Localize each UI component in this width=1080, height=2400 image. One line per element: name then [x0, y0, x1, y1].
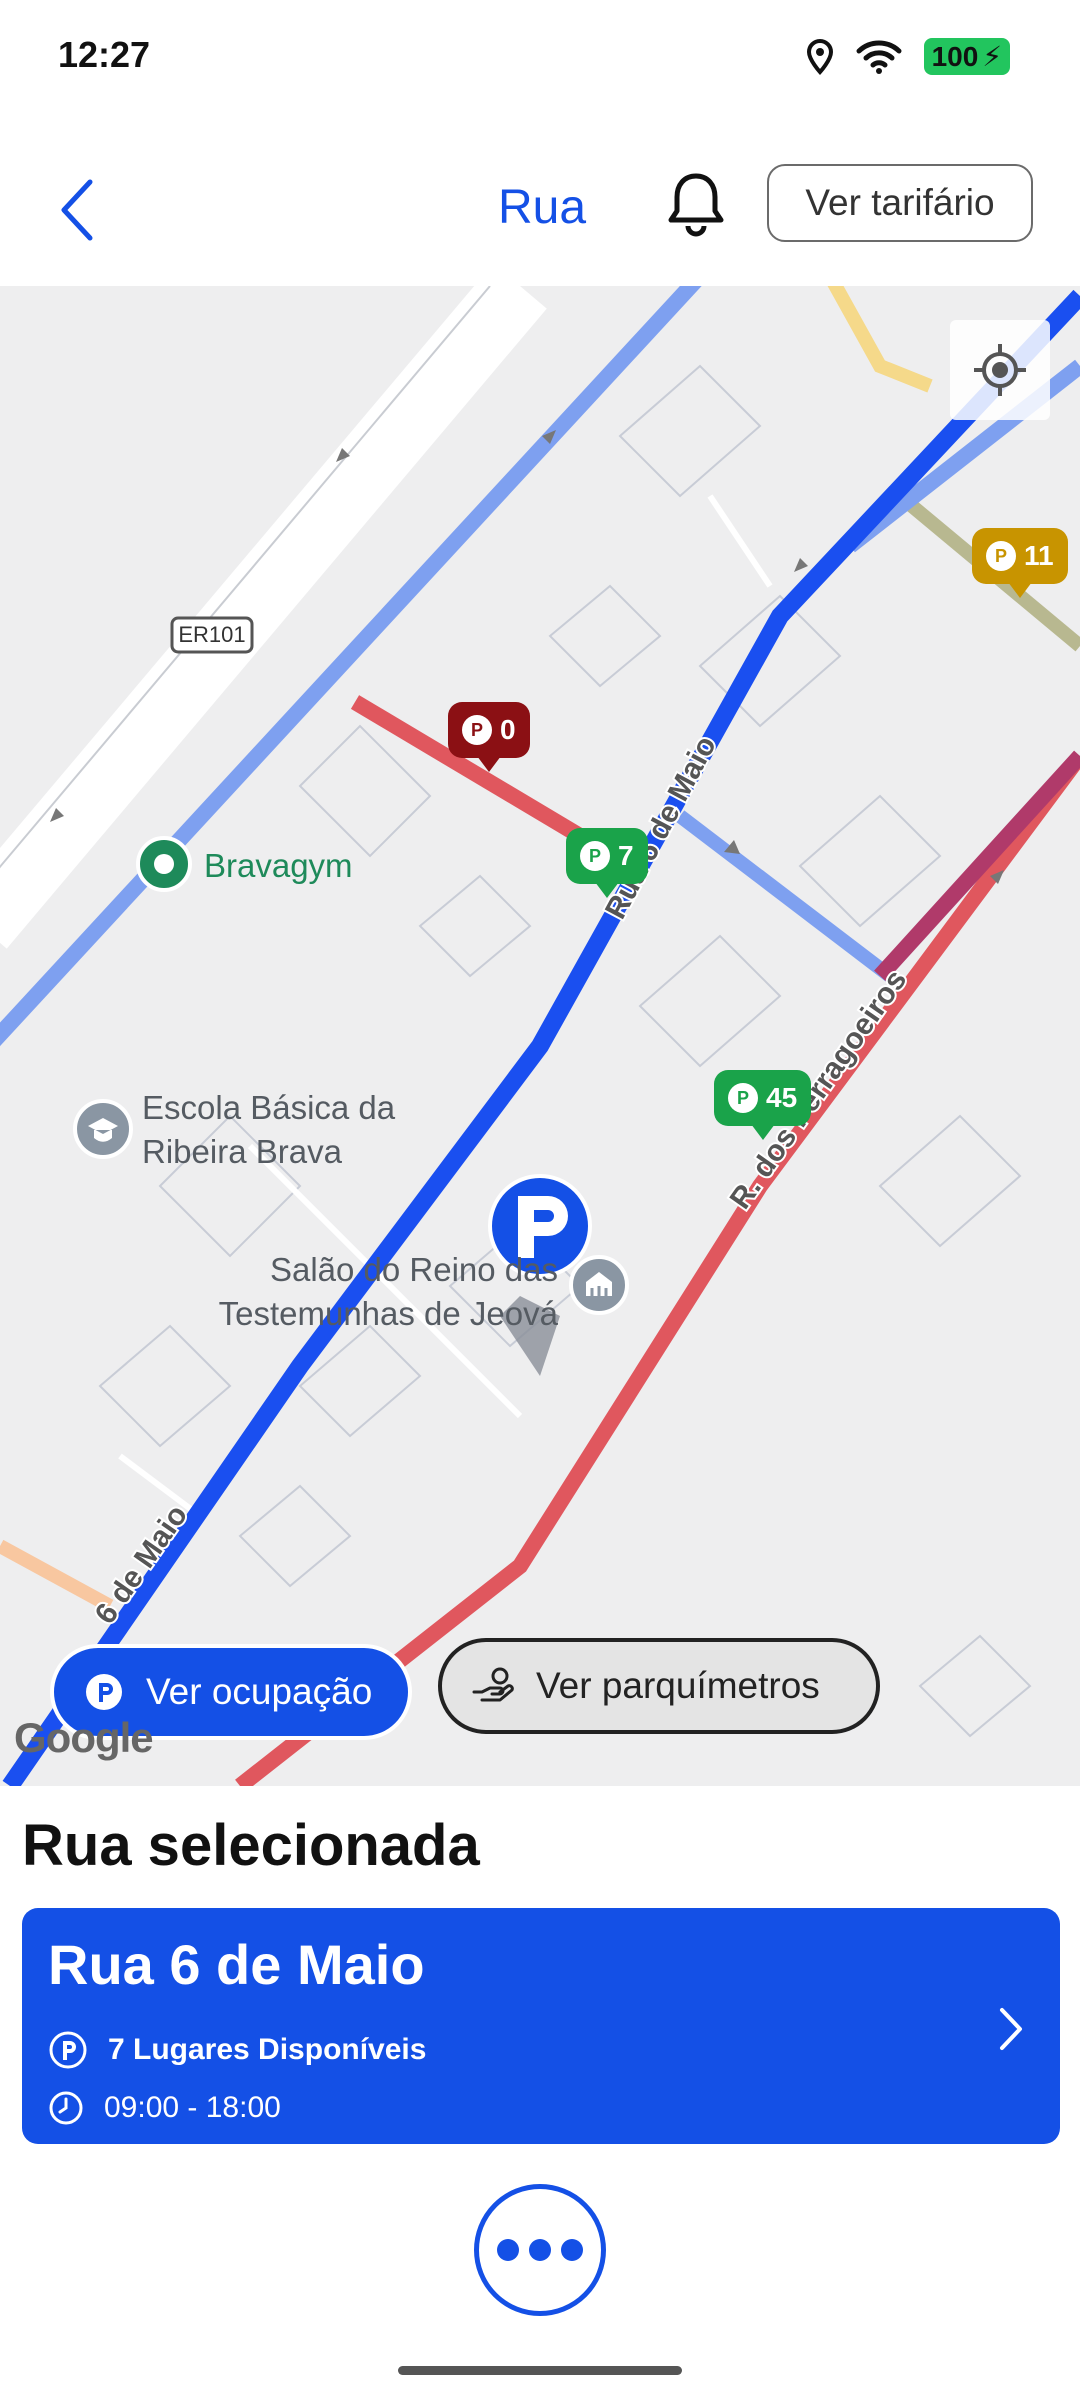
selected-street-card[interactable]: Rua 6 de Maio 7 Lugares Disponíveis 09:0… [22, 1908, 1060, 2144]
dot [561, 2239, 583, 2261]
parking-circle-icon [49, 2031, 87, 2069]
view-meters-button[interactable]: Ver parquímetros [438, 1638, 880, 1734]
bell-icon [668, 173, 724, 237]
road-shield: ER101 [170, 616, 254, 654]
parking-icon [86, 1674, 122, 1710]
parking-marker[interactable]: P 11 [972, 528, 1068, 598]
parking-marker[interactable]: P 7 [566, 828, 648, 898]
section-title: Rua selecionada [22, 1813, 480, 1878]
home-indicator[interactable] [398, 2366, 682, 2375]
school-label: Escola Básica da Ribeira Brava [142, 1086, 395, 1174]
status-bar: 12:27 100 ⚡ [0, 0, 1080, 110]
status-time: 12:27 [58, 34, 151, 75]
battery-indicator: 100 ⚡ [923, 38, 1010, 75]
back-chevron-icon [61, 179, 93, 241]
dot [529, 2239, 551, 2261]
marker-count: 11 [1024, 540, 1054, 571]
marker-count: 7 [618, 840, 634, 871]
hours-text: 09:00 - 18:00 [104, 2091, 281, 2124]
school-label-line1: Escola Básica da [142, 1089, 396, 1126]
status-icons: 100 ⚡ [806, 38, 1010, 75]
hall-label-line2: Testemunhas de Jeová [218, 1295, 558, 1332]
clock-icon [49, 2091, 83, 2125]
wifi-icon [856, 40, 902, 74]
hall-label-line1: Salão do Reino das [269, 1251, 558, 1288]
gym-label: Bravagym [204, 847, 353, 884]
available-spots-row: 7 Lugares Disponíveis [48, 2030, 426, 2070]
charging-icon: ⚡ [982, 41, 1002, 72]
school-poi-icon[interactable] [70, 1096, 136, 1162]
map-view[interactable]: ER101 Rua 6 de Maio 6 de Maio R. dos Fer… [0, 286, 1080, 1786]
marker-count: 0 [500, 714, 516, 745]
highway-road [0, 286, 547, 949]
location-icon [806, 38, 833, 75]
notifications-button[interactable] [662, 168, 730, 240]
battery-level: 100 [931, 40, 979, 72]
svg-text:ER101: ER101 [178, 622, 245, 647]
parking-icon: P [462, 715, 492, 745]
tariff-button[interactable]: Ver tarifário [767, 164, 1033, 242]
school-label-line2: Ribeira Brava [142, 1133, 342, 1170]
google-attribution: Google [14, 1714, 154, 1761]
header: Rua Ver tarifário [0, 130, 1080, 280]
crosshair-icon [974, 344, 1026, 396]
street-name: Rua 6 de Maio [48, 1933, 425, 1996]
page-title: Rua [498, 181, 587, 234]
parking-icon: P [580, 841, 610, 871]
parking-icon: P [986, 541, 1016, 571]
chevron-right-icon [1000, 2008, 1022, 2050]
hand-coin-icon [472, 1667, 514, 1702]
parking-marker[interactable]: P 0 [448, 702, 530, 772]
hall-poi-icon[interactable] [566, 1252, 632, 1318]
dot [497, 2239, 519, 2261]
my-location-button[interactable] [950, 320, 1050, 420]
hours-row: 09:00 - 18:00 [48, 2090, 281, 2126]
hall-label: Salão do Reino das Testemunhas de Jeová [186, 1248, 558, 1336]
more-options-button[interactable] [474, 2184, 606, 2316]
marker-count: 45 [766, 1082, 798, 1113]
back-button[interactable] [50, 170, 110, 250]
parking-marker[interactable]: P 45 [714, 1070, 812, 1140]
map-canvas: ER101 Rua 6 de Maio 6 de Maio R. dos Fer… [0, 286, 1080, 1786]
view-meters-label: Ver parquímetros [536, 1665, 820, 1706]
available-spots-text: 7 Lugares Disponíveis [108, 2033, 427, 2066]
gym-poi-icon[interactable] [134, 834, 194, 894]
view-occupancy-label: Ver ocupação [146, 1671, 373, 1712]
parking-icon: P [728, 1083, 758, 1113]
